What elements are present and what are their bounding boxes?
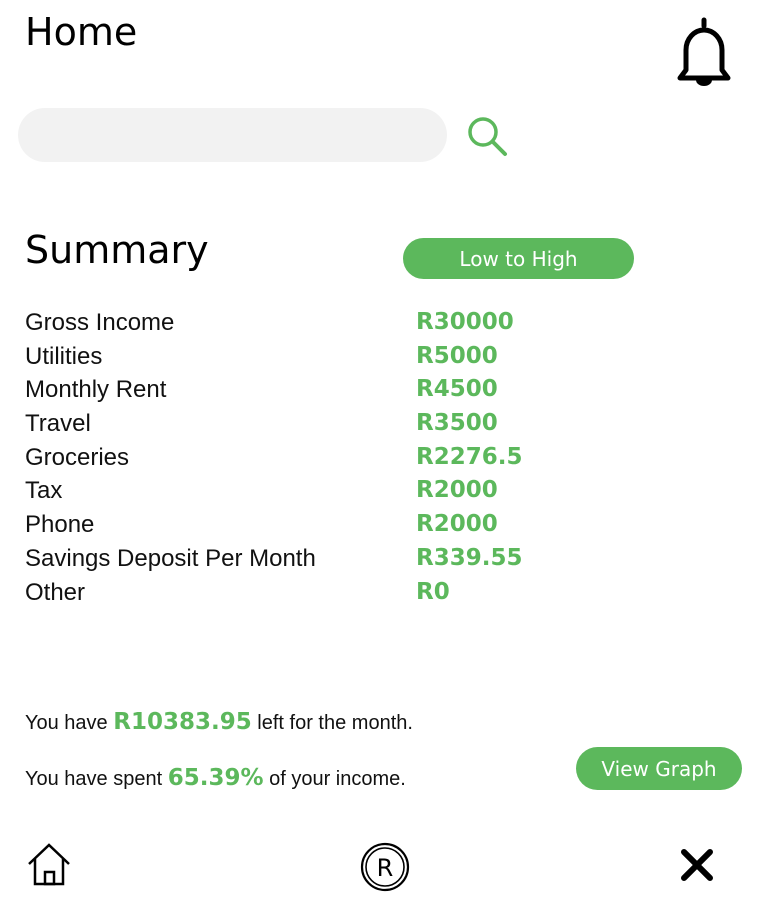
- home-screen: Home Summary Low to High Gross Income R3…: [0, 0, 757, 912]
- row-value: R3500: [416, 410, 498, 437]
- search-button[interactable]: [463, 114, 511, 158]
- row-label: Travel: [25, 410, 91, 438]
- registered-label: R: [377, 854, 394, 882]
- remaining-summary: You have R10383.95 left for the month.: [25, 707, 413, 738]
- spent-summary: You have spent 65.39% of your income.: [25, 763, 406, 794]
- summary-row: Gross Income R30000: [25, 306, 725, 340]
- page-title: Home: [25, 10, 138, 54]
- row-value: R2276.5: [416, 443, 523, 470]
- row-label: Phone: [25, 511, 95, 539]
- summary-row: Travel R3500: [25, 407, 725, 441]
- registered-icon[interactable]: R: [360, 842, 410, 892]
- summary-row: Phone R2000: [25, 508, 725, 542]
- summary-row: Utilities R5000: [25, 340, 725, 374]
- summary-row: Groceries R2276.5: [25, 441, 725, 475]
- summary-row: Monthly Rent R4500: [25, 373, 725, 407]
- sort-toggle-button[interactable]: Low to High: [403, 238, 634, 279]
- summary-title: Summary: [25, 228, 209, 272]
- remaining-prefix: You have: [25, 712, 108, 734]
- row-value: R0: [416, 578, 450, 605]
- bell-icon[interactable]: [672, 16, 736, 86]
- row-value: R30000: [416, 309, 514, 335]
- summary-row: Tax R2000: [25, 474, 725, 508]
- row-label: Gross Income: [25, 309, 175, 336]
- row-value: R2000: [416, 477, 498, 504]
- summary-list: Gross Income R30000 Utilities R5000 Mont…: [25, 306, 725, 609]
- home-icon[interactable]: [25, 840, 73, 888]
- summary-row: Savings Deposit Per Month R339.55: [25, 542, 725, 576]
- row-value: R2000: [416, 511, 498, 538]
- remaining-suffix: left for the month.: [257, 712, 413, 734]
- close-icon[interactable]: [680, 848, 714, 882]
- spent-percent: 65.39%: [167, 765, 264, 791]
- row-label: Other: [25, 578, 86, 606]
- row-label: Utilities: [25, 342, 103, 370]
- spent-suffix: of your income.: [269, 768, 406, 790]
- row-value: R339.55: [416, 544, 523, 571]
- row-label: Groceries: [25, 443, 130, 471]
- row-value: R4500: [416, 376, 498, 403]
- row-label: Monthly Rent: [25, 376, 167, 404]
- search-input[interactable]: [18, 108, 447, 162]
- remaining-amount: R10383.95: [113, 709, 252, 735]
- summary-row: Other R0: [25, 576, 725, 610]
- row-value: R5000: [416, 342, 498, 369]
- row-label: Tax: [25, 477, 63, 505]
- search-icon: [463, 114, 511, 158]
- view-graph-button[interactable]: View Graph: [576, 747, 742, 790]
- row-label: Savings Deposit Per Month: [25, 544, 316, 572]
- spent-prefix: You have spent: [25, 768, 163, 790]
